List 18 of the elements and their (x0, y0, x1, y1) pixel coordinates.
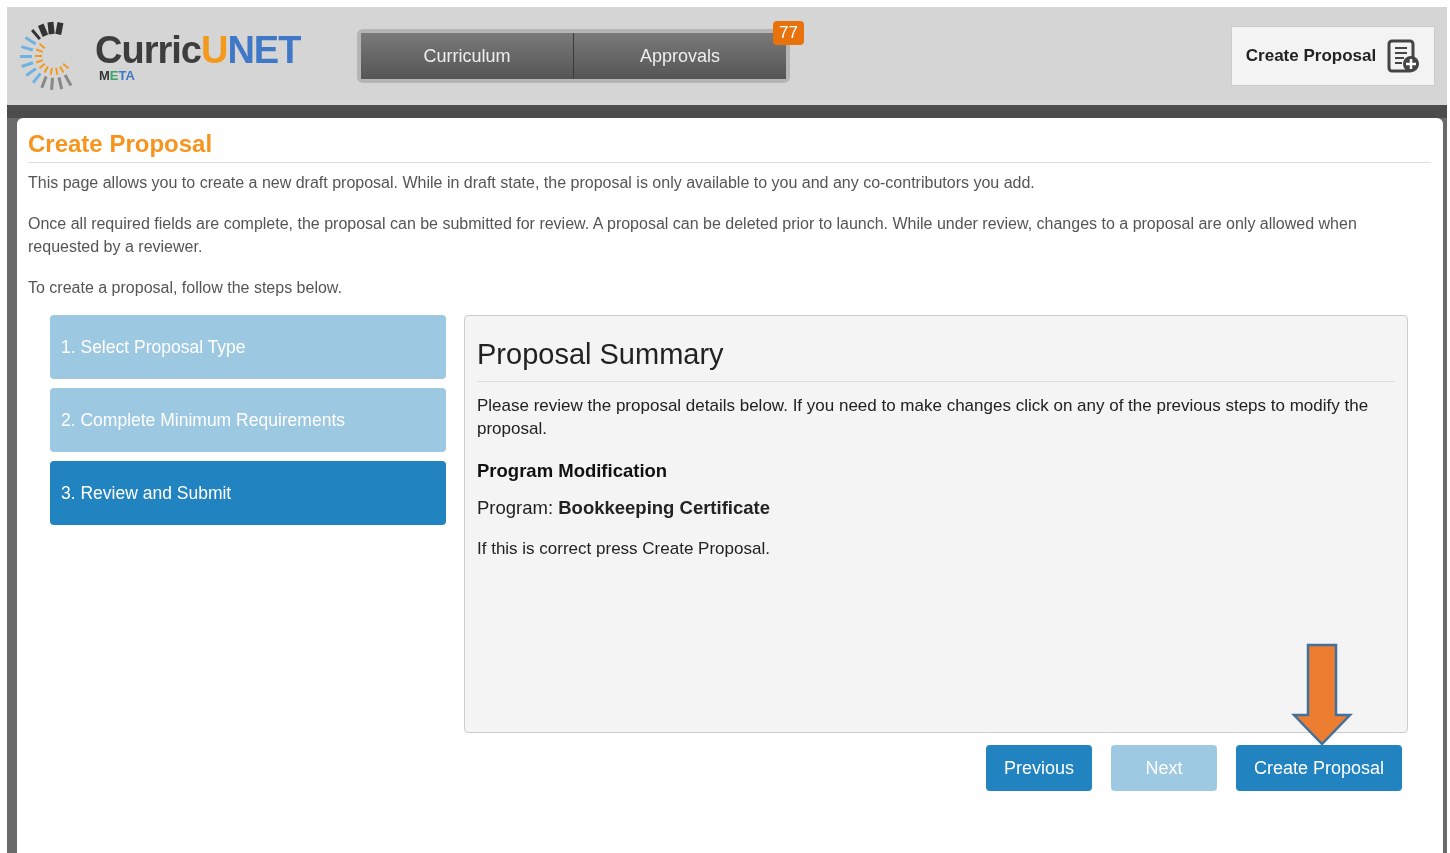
intro-paragraph: Once all required fields are complete, the proposal can be submitted for review. A proposal can be deleted prior to launch. While under review, changes to a proposal are only allowed when requested by a reviewer. (28, 214, 1358, 257)
document-add-icon (1386, 39, 1421, 73)
wizard-step[interactable]: 3. Review and Submit (50, 461, 446, 525)
summary-intro: Please review the proposal details below. If you need to make changes click on any of the previous steps to modify the proposal. (477, 395, 1370, 440)
wizard-button[interactable]: Create Proposal (1235, 745, 1402, 791)
logo-subtitle: META (99, 68, 136, 82)
count-badge: 77 (773, 21, 804, 45)
nav-tab[interactable]: Curriculum (361, 33, 573, 79)
intro-paragraph: To create a proposal, follow the steps below. (28, 278, 343, 298)
create-proposal-button[interactable]: Create Proposal (1231, 26, 1435, 86)
summary-title: Proposal Summary (477, 338, 1395, 382)
confirm-note: If this is correct press Create Proposal. (477, 538, 771, 560)
wizard-button[interactable]: Previous (985, 745, 1092, 791)
proposal-type: Program Modification (477, 460, 669, 482)
logo-wordmark: CurricUNET (95, 30, 301, 69)
program-name: Program: Bookkeeping Certificate (477, 496, 771, 519)
intro-paragraph: This page allows you to create a new draft proposal. While in draft state, the proposal is only available to you and any co-contributors you add. (28, 173, 1036, 193)
page-title: Create Proposal (28, 130, 1431, 163)
